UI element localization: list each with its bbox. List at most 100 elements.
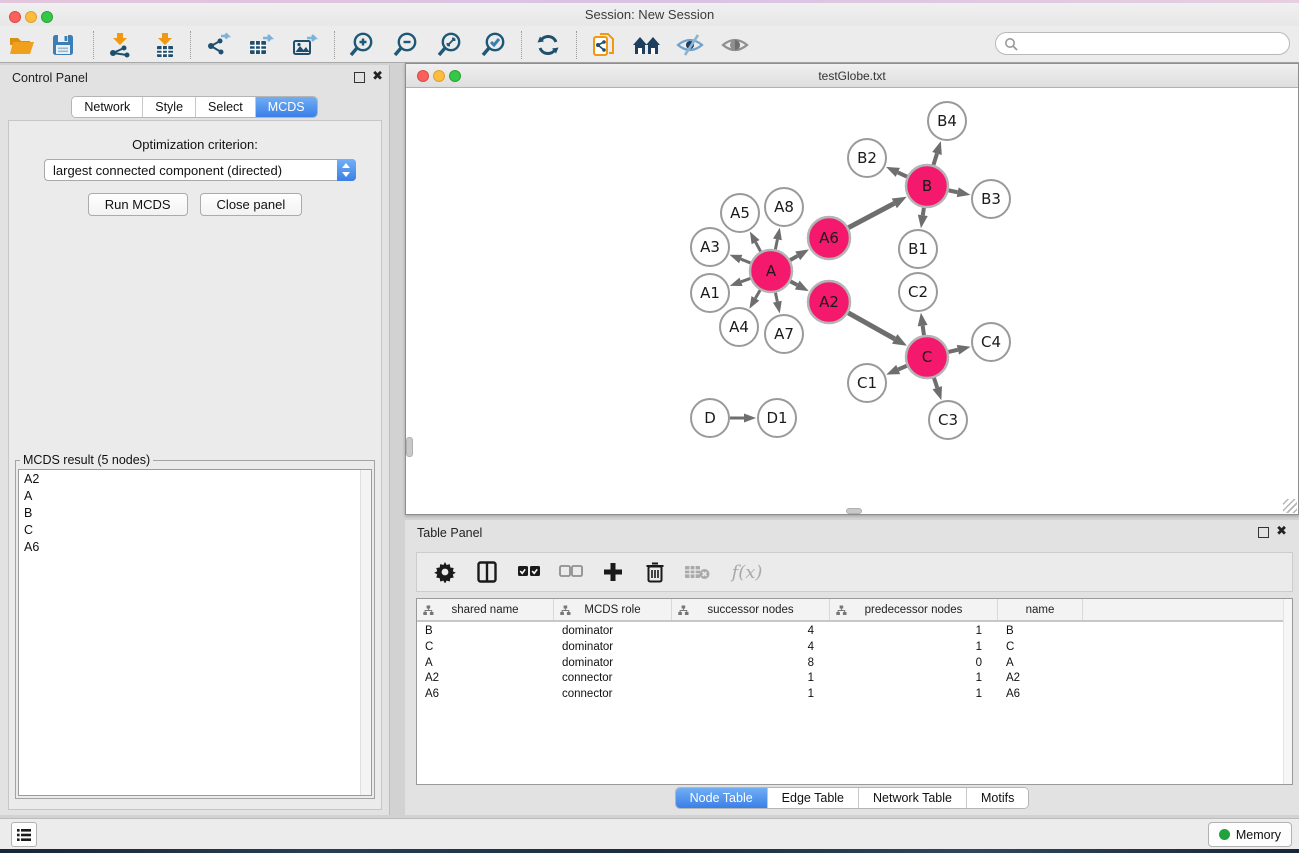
node-C2[interactable]: C2 [899, 273, 937, 311]
column-header-shared-name[interactable]: shared name [417, 599, 554, 620]
cell-MCDS-role[interactable]: dominator [554, 656, 672, 672]
result-item-C[interactable]: C [19, 521, 371, 538]
result-item-A2[interactable]: A2 [19, 470, 371, 487]
network-window-titlebar[interactable]: testGlobe.txt [406, 64, 1298, 88]
cell-predecessor-nodes[interactable]: 0 [830, 656, 998, 672]
memory-button[interactable]: Memory [1208, 822, 1292, 847]
tab-edge-table[interactable]: Edge Table [768, 788, 859, 808]
tab-network[interactable]: Network [72, 97, 143, 117]
node-A[interactable]: A [750, 250, 792, 292]
task-history-button[interactable] [11, 822, 37, 847]
edge-B-B2[interactable] [886, 167, 907, 177]
edge-A-A3[interactable] [730, 255, 751, 264]
session-titlebar[interactable]: Session: New Session [0, 3, 1299, 26]
cell-name[interactable]: A [998, 656, 1083, 672]
cell-successor-nodes[interactable]: 1 [672, 671, 830, 687]
run-mcds-button[interactable]: Run MCDS [88, 193, 188, 216]
node-B2[interactable]: B2 [848, 139, 886, 177]
function-builder-button[interactable]: f(x) [725, 558, 769, 586]
cell-shared-name[interactable]: A2 [417, 671, 554, 687]
clear-table-button[interactable] [683, 558, 711, 586]
show-eye-button[interactable] [719, 30, 751, 60]
edge-A-A6[interactable] [790, 249, 809, 260]
node-C1[interactable]: C1 [848, 364, 886, 402]
window-resize-grip[interactable] [1283, 499, 1297, 513]
import-network-button[interactable] [104, 30, 136, 60]
cell-MCDS-role[interactable]: connector [554, 687, 672, 703]
node-A5[interactable]: A5 [721, 194, 759, 232]
cell-predecessor-nodes[interactable]: 1 [830, 687, 998, 703]
edge-A6-B[interactable] [848, 197, 906, 228]
clone-network-button[interactable] [588, 30, 620, 60]
cell-predecessor-nodes[interactable]: 1 [830, 640, 998, 656]
cell-shared-name[interactable]: A [417, 656, 554, 672]
edge-A-A7[interactable] [773, 293, 782, 314]
float-panel-icon[interactable] [354, 72, 365, 83]
edge-C-C4[interactable] [948, 345, 970, 355]
edge-D-D1[interactable] [730, 414, 756, 423]
zoom-selected-button[interactable] [477, 30, 509, 60]
add-column-button[interactable] [599, 558, 627, 586]
node-C3[interactable]: C3 [929, 401, 967, 439]
network-canvas[interactable]: B4B2BB3A8A5A6A3B1AA1C2A2A4A7C4CC1DD1C3 [406, 89, 1298, 514]
node-A8[interactable]: A8 [765, 188, 803, 226]
node-A3[interactable]: A3 [691, 228, 729, 266]
zoom-out-button[interactable] [389, 30, 421, 60]
cell-name[interactable]: B [998, 624, 1083, 640]
edge-A-A2[interactable] [790, 281, 808, 292]
tab-motifs[interactable]: Motifs [967, 788, 1028, 808]
node-B[interactable]: B [906, 165, 948, 207]
edge-C-C2[interactable] [918, 313, 928, 335]
export-table-button[interactable] [245, 30, 277, 60]
zoom-fit-button[interactable] [433, 30, 465, 60]
node-D1[interactable]: D1 [758, 399, 796, 437]
edge-B-B1[interactable] [918, 208, 928, 228]
edge-C-C1[interactable] [886, 365, 907, 375]
edge-A-A4[interactable] [749, 290, 760, 309]
tab-network-table[interactable]: Network Table [859, 788, 967, 808]
edge-B-B3[interactable] [949, 187, 971, 197]
result-item-B[interactable]: B [19, 504, 371, 521]
tab-select[interactable]: Select [196, 97, 256, 117]
table-row-A2[interactable]: A2connector11A2 [417, 671, 1292, 687]
table-settings-button[interactable] [431, 558, 459, 586]
open-file-button[interactable] [5, 30, 37, 60]
cell-MCDS-role[interactable]: dominator [554, 624, 672, 640]
result-item-A[interactable]: A [19, 487, 371, 504]
cell-predecessor-nodes[interactable]: 1 [830, 624, 998, 640]
cell-successor-nodes[interactable]: 1 [672, 687, 830, 703]
cell-MCDS-role[interactable]: dominator [554, 640, 672, 656]
column-header-successor-nodes[interactable]: successor nodes [672, 599, 830, 620]
cell-shared-name[interactable]: B [417, 624, 554, 640]
cell-successor-nodes[interactable]: 4 [672, 624, 830, 640]
network-horizontal-scrollbar[interactable] [846, 508, 862, 514]
result-item-A6[interactable]: A6 [19, 538, 371, 555]
edge-A-A5[interactable] [750, 232, 761, 252]
export-image-button[interactable] [289, 30, 321, 60]
table-row-C[interactable]: Cdominator41C [417, 640, 1292, 656]
node-A6[interactable]: A6 [808, 217, 850, 259]
table-row-B[interactable]: Bdominator41B [417, 624, 1292, 640]
node-B3[interactable]: B3 [972, 180, 1010, 218]
cell-name[interactable]: C [998, 640, 1083, 656]
float-table-panel-icon[interactable] [1258, 527, 1269, 538]
zoom-in-button[interactable] [345, 30, 377, 60]
edge-A-A1[interactable] [730, 278, 751, 286]
node-A4[interactable]: A4 [720, 308, 758, 346]
node-B4[interactable]: B4 [928, 102, 966, 140]
cell-shared-name[interactable]: A6 [417, 687, 554, 703]
node-C4[interactable]: C4 [972, 323, 1010, 361]
save-session-button[interactable] [47, 30, 79, 60]
refresh-view-button[interactable] [532, 30, 564, 60]
edge-A-A8[interactable] [773, 228, 782, 250]
cell-name[interactable]: A6 [998, 687, 1083, 703]
delete-column-button[interactable] [641, 558, 669, 586]
network-vertical-scrollbar[interactable] [406, 437, 413, 457]
column-header-predecessor-nodes[interactable]: predecessor nodes [830, 599, 998, 620]
edge-B-B4[interactable] [932, 141, 942, 165]
column-selector-button[interactable] [473, 558, 501, 586]
criterion-dropdown[interactable]: largest connected component (directed) [44, 159, 356, 181]
close-panel-button[interactable]: Close panel [200, 193, 303, 216]
hide-panels-button[interactable] [674, 30, 706, 60]
table-scrollbar[interactable] [1283, 599, 1292, 784]
